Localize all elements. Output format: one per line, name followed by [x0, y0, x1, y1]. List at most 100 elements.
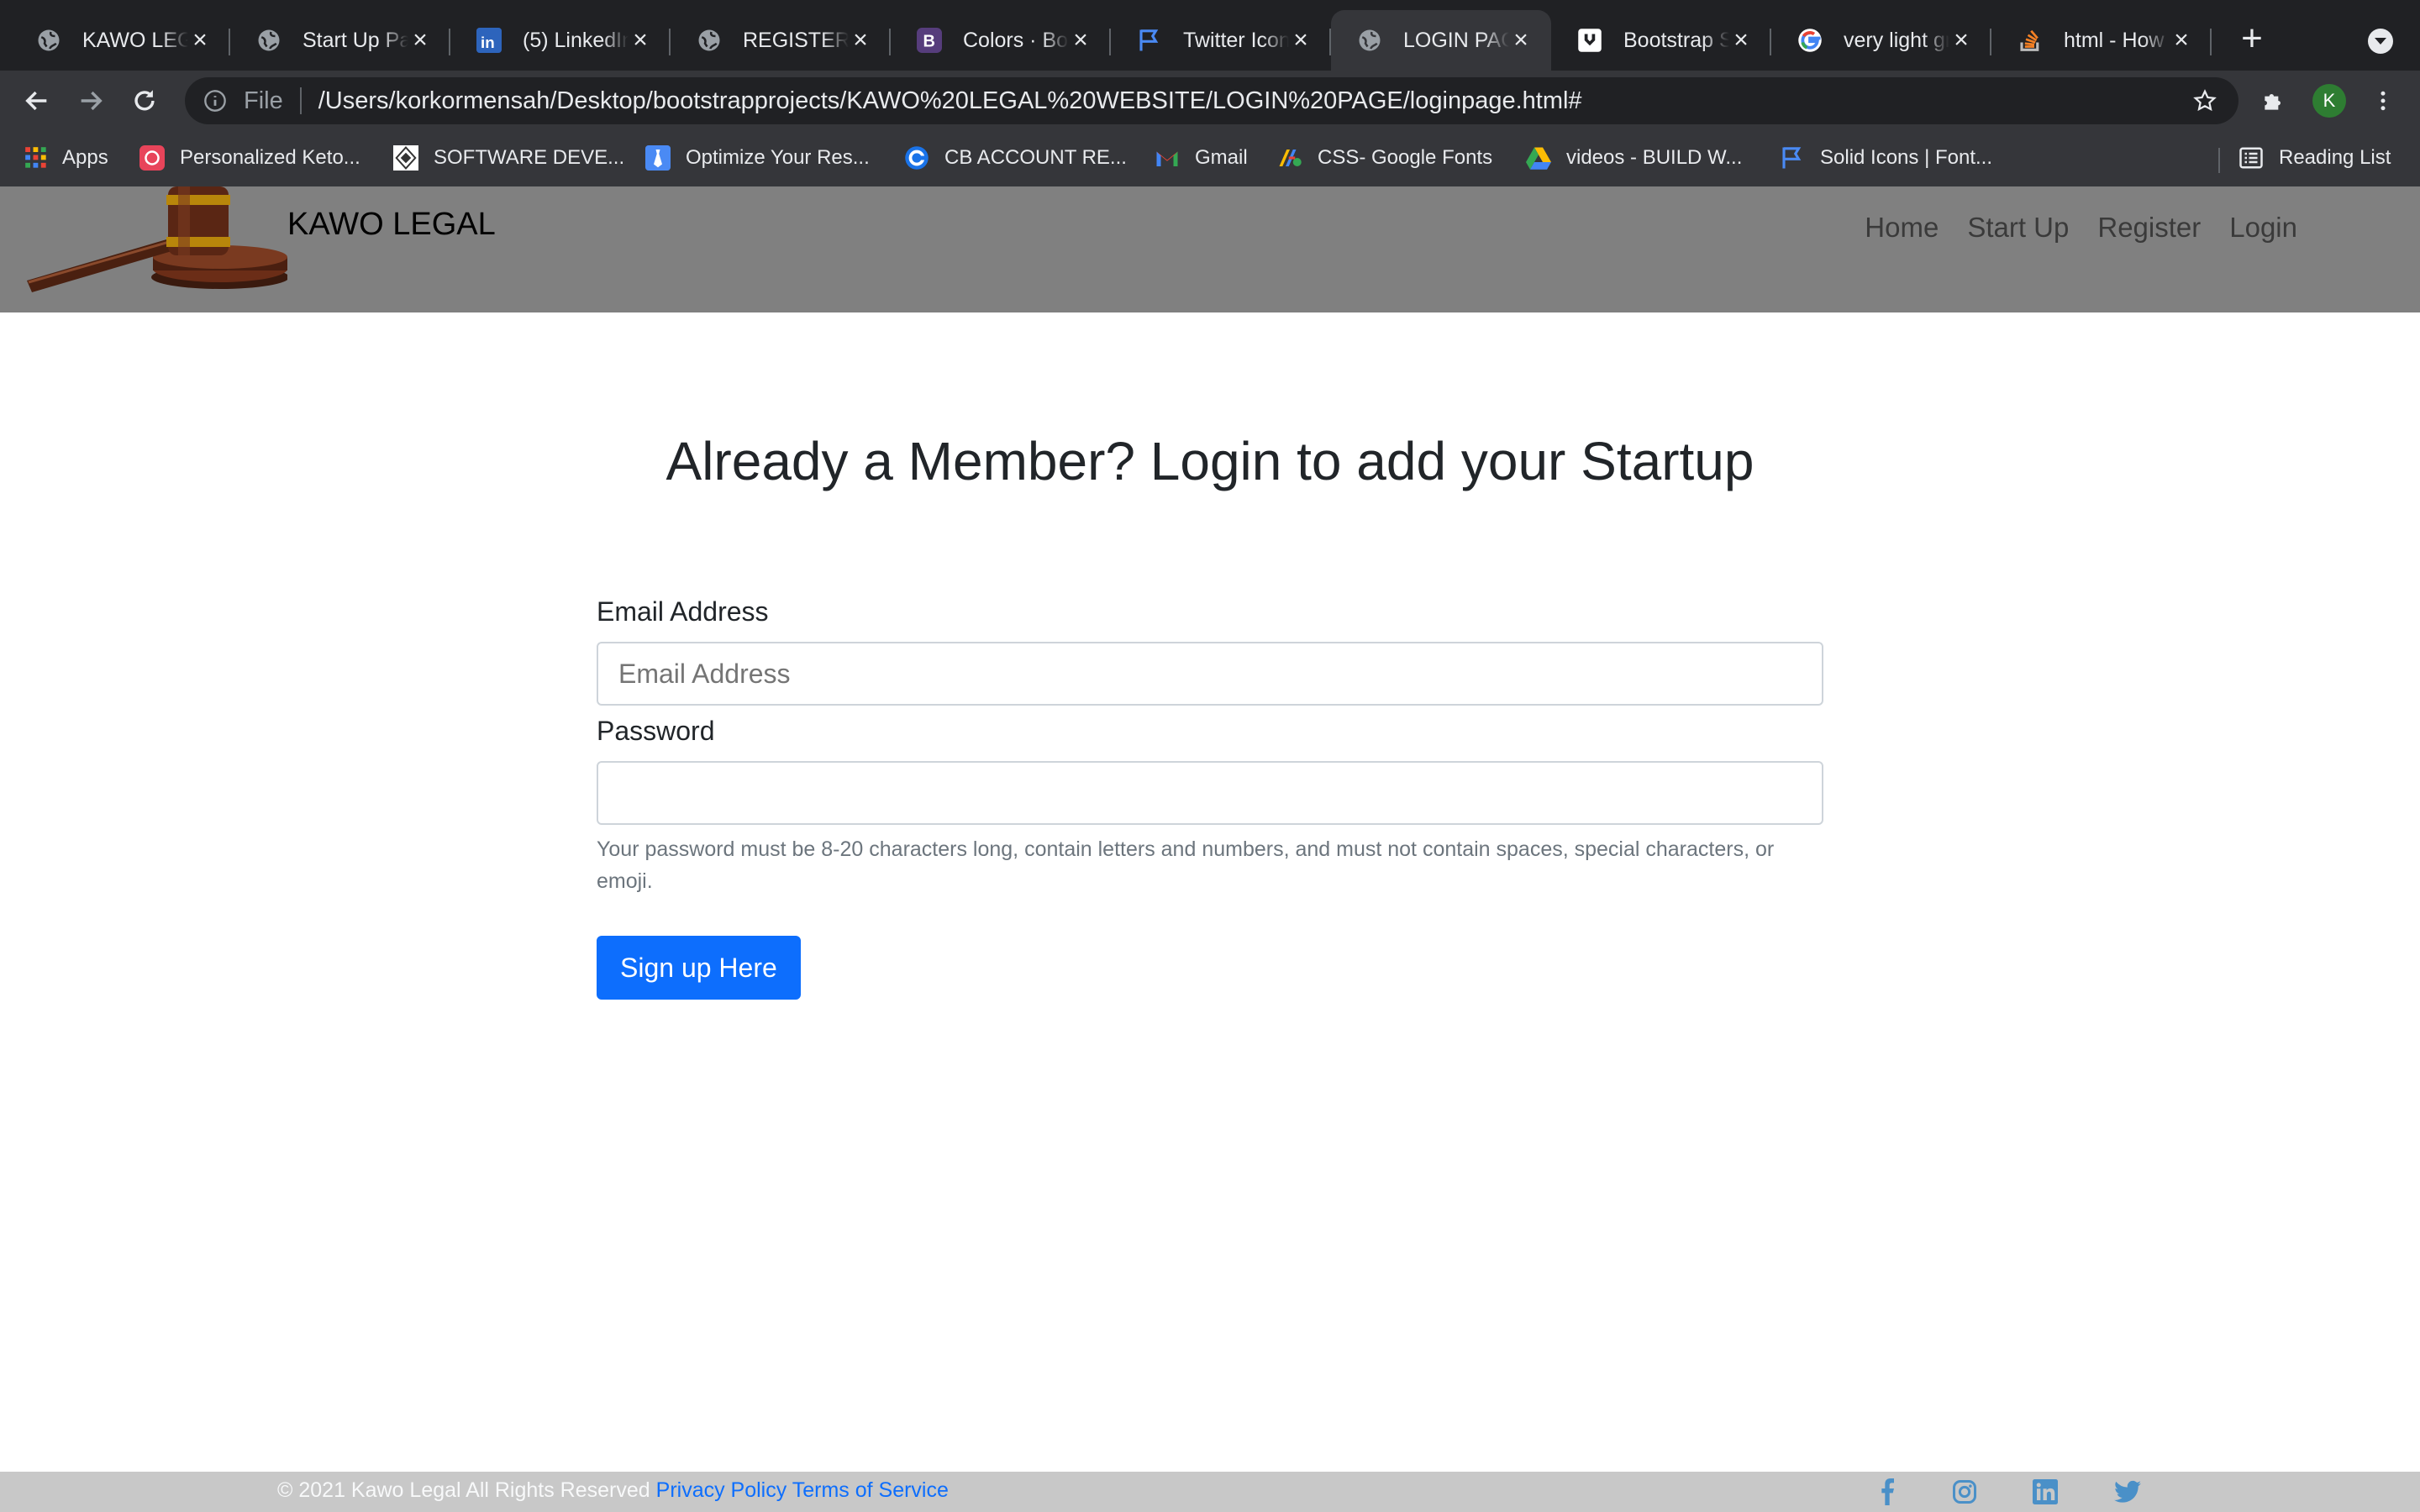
page-title: Already a Member? Login to add your Star… [666, 431, 1754, 491]
tab-html-how[interactable]: html - How × [1991, 10, 2212, 71]
bootstrap-icon: B [916, 27, 943, 54]
menu-kebab-icon[interactable] [2365, 82, 2402, 119]
close-icon[interactable]: × [849, 28, 872, 53]
tab-linkedin[interactable]: in (5) LinkedIn × [450, 10, 671, 71]
bookmark-label: SOFTWARE DEVE... [434, 146, 625, 169]
bookmark-label: Solid Icons | Font... [1820, 146, 1992, 169]
tab-bootstrap-colors[interactable]: B Colors · Bootstrap × [891, 10, 1111, 71]
nav-link-login[interactable]: Login [2229, 212, 2297, 244]
bookmark-label: videos - BUILD W... [1566, 146, 1743, 169]
tab-register[interactable]: REGISTER PAGE × [671, 10, 891, 71]
url-text[interactable]: /Users/korkormensah/Desktop/bootstrappro… [318, 87, 1582, 115]
password-help-text: Your password must be 8-20 characters lo… [597, 837, 1775, 893]
google-fonts-icon [1277, 145, 1302, 171]
tab-search-icon[interactable] [2368, 29, 2393, 54]
download-icon [1576, 27, 1603, 54]
sign-up-button[interactable]: Sign up Here [597, 936, 801, 1000]
bookmark-optimize[interactable]: Optimize Your Res... [645, 141, 870, 175]
password-label: Password [597, 716, 715, 746]
star-icon[interactable] [2190, 86, 2220, 116]
bookmark-label: Apps [62, 146, 108, 169]
password-input[interactable] [597, 761, 1823, 825]
tab-start-up[interactable]: Start Up Page × [230, 10, 450, 71]
twitter-icon[interactable] [2112, 1477, 2143, 1507]
reading-list-icon [2238, 145, 2264, 171]
bookmark-videos[interactable]: videos - BUILD W... [1526, 141, 1742, 175]
brand-name[interactable]: KAWO LEGAL [287, 207, 496, 243]
bookmark-apps[interactable]: Apps [24, 141, 108, 175]
bookmarks-divider [2218, 148, 2220, 173]
bookmark-label: CB ACCOUNT RE... [944, 146, 1127, 169]
cb-icon [904, 145, 929, 171]
close-icon[interactable]: × [2170, 28, 2193, 53]
svg-text:in: in [481, 34, 495, 51]
facebook-icon[interactable] [1872, 1477, 1902, 1507]
gavel-logo[interactable] [18, 186, 287, 292]
globe-icon [696, 27, 723, 54]
copyright-text: © 2021 Kawo Legal All Rights Reserved [277, 1478, 650, 1502]
close-icon[interactable]: × [188, 28, 212, 53]
tab-title: very light grey [1844, 28, 1949, 52]
bookmarks-bar: Apps Personalized Keto... SOFTWARE DEVE.… [0, 131, 2420, 186]
bookmark-keto[interactable]: Personalized Keto... [139, 141, 360, 175]
gmail-icon [1155, 145, 1180, 171]
reload-icon[interactable] [126, 82, 163, 119]
tab-very-light-grey[interactable]: very light grey × [1771, 10, 1991, 71]
tab-title: REGISTER PAGE [743, 28, 849, 52]
keto-icon [139, 145, 165, 171]
globe-icon [35, 27, 62, 54]
bookmark-google-fonts[interactable]: CSS- Google Fonts [1277, 141, 1492, 175]
login-form: Email Address Password Your password mus… [597, 591, 1823, 1000]
tab-title: Colors · Bootstrap [963, 28, 1069, 52]
bookmark-software[interactable]: SOFTWARE DEVE... [393, 141, 624, 175]
footer-text: © 2021 Kawo Legal All Rights Reserved Pr… [277, 1478, 949, 1503]
close-icon[interactable]: × [408, 28, 432, 53]
site-navbar: KAWO LEGAL Home Start Up Register Login [0, 186, 2420, 312]
svg-text:B: B [923, 33, 935, 51]
apps-grid-icon [24, 145, 49, 171]
linkedin-icon: in [476, 27, 502, 54]
bookmark-solid-icons[interactable]: Solid Icons | Font... [1780, 141, 1992, 175]
flag-icon [1780, 145, 1805, 171]
nav-link-register[interactable]: Register [2097, 212, 2201, 244]
stackoverflow-icon [2017, 27, 2044, 54]
instagram-icon[interactable] [1949, 1477, 1980, 1507]
terms-of-service-link[interactable]: Terms of Service [792, 1478, 949, 1502]
info-icon[interactable] [200, 86, 230, 116]
tab-twitter-icon[interactable]: Twitter Icon × [1111, 10, 1331, 71]
profile-avatar[interactable]: K [2312, 84, 2346, 118]
bookmark-cb-account[interactable]: CB ACCOUNT RE... [904, 141, 1127, 175]
tab-login-page[interactable]: LOGIN PAGE × [1331, 10, 1551, 71]
tab-bootstrap-social[interactable]: Bootstrap Social × [1551, 10, 1771, 71]
extensions-icon[interactable] [2255, 82, 2292, 119]
tab-kawo-legal[interactable]: KAWO LEGAL × [10, 10, 230, 71]
bookmark-gmail[interactable]: Gmail [1155, 141, 1248, 175]
nav-link-home[interactable]: Home [1865, 212, 1939, 244]
globe-icon [255, 27, 282, 54]
drive-icon [1526, 145, 1551, 171]
linkedin-icon[interactable] [2030, 1477, 2060, 1507]
tab-title: Twitter Icon [1183, 28, 1289, 52]
nav-link-start-up[interactable]: Start Up [1967, 212, 2069, 244]
close-icon[interactable]: × [629, 28, 652, 53]
tab-title: Start Up Page [302, 28, 408, 52]
privacy-policy-link[interactable]: Privacy Policy [656, 1478, 787, 1502]
close-icon[interactable]: × [1509, 28, 1533, 53]
site-footer: © 2021 Kawo Legal All Rights Reserved Pr… [0, 1472, 2420, 1512]
reading-list-button[interactable]: Reading List [2238, 141, 2391, 175]
close-icon[interactable]: × [1069, 28, 1092, 53]
email-input[interactable] [597, 642, 1823, 706]
bookmark-label: Optimize Your Res... [686, 146, 870, 169]
forward-icon[interactable] [72, 82, 109, 119]
globe-icon [1356, 27, 1383, 54]
reading-list-label: Reading List [2279, 146, 2391, 169]
close-icon[interactable]: × [1729, 28, 1753, 53]
email-label: Email Address [597, 596, 769, 627]
close-icon[interactable]: × [1949, 28, 1973, 53]
address-bar[interactable]: File /Users/korkormensah/Desktop/bootstr… [185, 77, 2238, 124]
close-icon[interactable]: × [1289, 28, 1313, 53]
tab-title: (5) LinkedIn [523, 28, 629, 52]
back-icon[interactable] [18, 82, 55, 119]
new-tab-button[interactable]: + [2235, 20, 2269, 57]
tab-title: Bootstrap Social [1623, 28, 1729, 52]
